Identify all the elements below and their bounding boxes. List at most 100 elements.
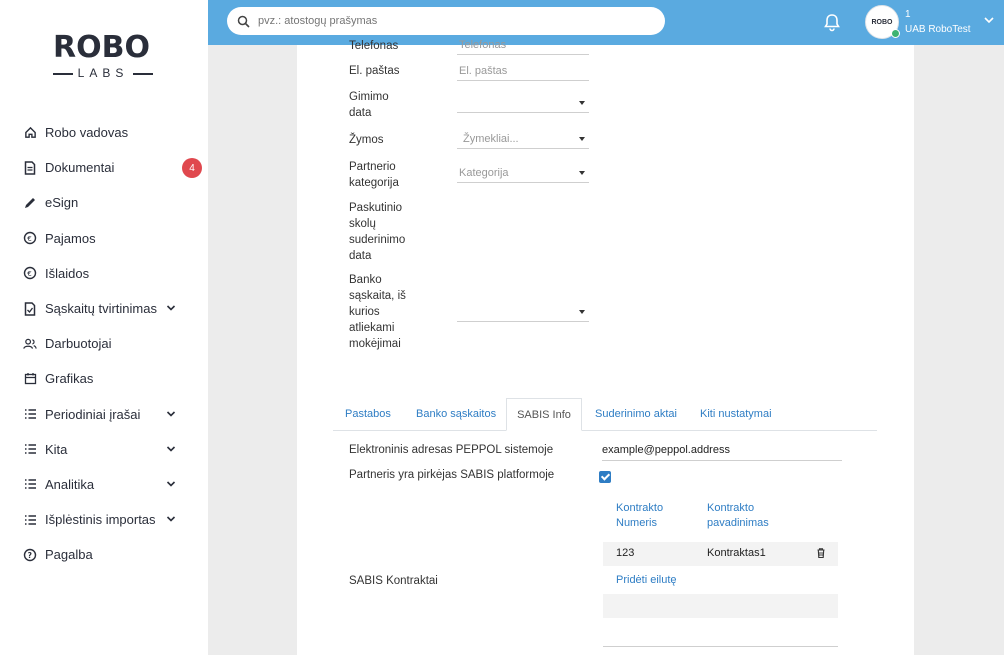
label-line: data <box>349 250 372 262</box>
company-name: UAB RoboTest <box>905 24 971 35</box>
table-row[interactable]: 123 Kontraktas1 <box>603 542 838 566</box>
email-label: El. paštas <box>349 65 400 77</box>
sidebar-item-label: Grafikas <box>45 371 94 387</box>
chevron-down-icon <box>166 305 176 311</box>
bank-account-label: Banko sąskaita, iš kurios atliekami mokė… <box>349 272 406 352</box>
sidebar-item-darbuotojai[interactable]: Darbuotojai <box>0 326 208 361</box>
tab-suderinimo-aktai[interactable]: Suderinimo aktai <box>595 398 677 431</box>
contract-number-cell[interactable]: 123 <box>616 547 634 559</box>
tags-select[interactable]: Žymekliai... <box>457 129 589 149</box>
sabis-buyer-checkbox[interactable] <box>599 471 611 483</box>
peppol-address-label: Elektroninis adresas PEPPOL sistemoje <box>349 444 554 456</box>
chevron-down-icon[interactable] <box>983 14 995 26</box>
list-icon <box>23 513 37 527</box>
label-line: Gimimo <box>349 91 389 103</box>
contract-name-header[interactable]: Kontrakto pavadinimas <box>707 501 769 531</box>
partner-form-card: Telefonas Telefonas El. paštas El. pašta… <box>297 39 914 655</box>
sidebar-nav: Robo vadovas Dokumentai 4 eSign € Pajamo… <box>0 115 208 572</box>
email-field[interactable]: El. paštas <box>457 61 589 81</box>
svg-text:€: € <box>27 270 31 278</box>
sidebar-item-pagalba[interactable]: ? Pagalba <box>0 537 208 572</box>
empty-row <box>603 594 838 618</box>
sidebar-item-label: Sąskaitų tvirtinimas <box>45 301 157 317</box>
list-icon <box>23 407 37 421</box>
user-number: 1 <box>905 9 911 20</box>
logo-robo-text: ROBO <box>53 30 150 65</box>
top-bar: ROBO 1 UAB RoboTest <box>208 0 1004 45</box>
help-icon: ? <box>23 548 37 562</box>
search-box[interactable] <box>227 7 665 35</box>
file-check-icon <box>23 301 37 316</box>
sidebar-item-robo-vadovas[interactable]: Robo vadovas <box>0 115 208 150</box>
logo-labs-text: LABS <box>50 66 156 80</box>
robolabs-logo[interactable]: ROBO LABS <box>50 30 160 85</box>
bell-icon[interactable] <box>822 12 842 32</box>
tab-kiti-nustatymai[interactable]: Kiti nustatymai <box>700 398 772 431</box>
phone-label: Telefonas <box>349 40 399 52</box>
sidebar-item-esign[interactable]: eSign <box>0 185 208 220</box>
pen-icon <box>23 196 37 210</box>
tags-label: Žymos <box>349 134 384 146</box>
category-placeholder: Kategorija <box>459 167 509 179</box>
label-line: Partnerio <box>349 161 396 173</box>
tab-pastabos[interactable]: Pastabos <box>345 398 391 431</box>
sidebar-item-label: Dokumentai <box>45 160 115 176</box>
tags-placeholder: Žymekliai... <box>463 133 519 145</box>
svg-text:€: € <box>27 235 31 243</box>
sidebar-item-pajamos[interactable]: € Pajamos <box>0 221 208 256</box>
header-line: Kontrakto <box>707 502 755 514</box>
add-row-link[interactable]: Pridėti eilutę <box>616 574 677 586</box>
contract-name-cell[interactable]: Kontraktas1 <box>707 547 766 559</box>
partner-category-select[interactable]: Kategorija <box>457 163 589 183</box>
chevron-down-icon <box>166 410 176 417</box>
dropdown-caret-icon <box>579 171 585 175</box>
tab-sabis-info[interactable]: SABIS Info <box>506 398 582 431</box>
label-line: data <box>349 107 372 119</box>
sidebar-item-islaidos[interactable]: € Išlaidos <box>0 256 208 291</box>
sidebar-item-dokumentai[interactable]: Dokumentai 4 <box>0 150 208 185</box>
euro-in-icon: € <box>23 231 37 245</box>
sidebar-item-label: Kita <box>45 441 68 457</box>
dropdown-caret-icon <box>579 137 585 141</box>
dropdown-caret-icon <box>579 310 585 314</box>
bank-account-select[interactable] <box>457 302 589 322</box>
home-icon <box>23 126 37 140</box>
header-line: Kontrakto <box>616 502 664 514</box>
document-icon <box>23 161 37 175</box>
sidebar-item-periodiniai-irasai[interactable]: Periodiniai įrašai <box>0 397 208 432</box>
sidebar-item-saskaitu-tvirtinimas[interactable]: Sąskaitų tvirtinimas <box>0 291 208 326</box>
sabis-buyer-label: Partneris yra pirkėjas SABIS platformoje <box>349 469 555 481</box>
sidebar-item-label: Išlaidos <box>45 265 90 281</box>
list-icon <box>23 442 37 456</box>
search-input[interactable] <box>258 15 638 27</box>
trash-icon[interactable] <box>815 547 827 559</box>
svg-text:?: ? <box>28 551 32 560</box>
euro-out-icon: € <box>23 266 37 280</box>
tab-bar: Pastabos Banko sąskaitos SABIS Info Sude… <box>333 398 877 431</box>
chevron-down-icon <box>166 516 176 522</box>
chevron-down-icon <box>166 446 176 452</box>
documents-count-badge: 4 <box>182 158 202 179</box>
sidebar-item-isplestinis-importas[interactable]: Išplėstinis importas <box>0 502 208 537</box>
sidebar-item-label: Pagalba <box>45 547 93 563</box>
header-line: pavadinimas <box>707 517 769 529</box>
online-status-dot <box>891 29 900 38</box>
birth-date-select[interactable] <box>457 93 589 113</box>
tab-banko-saskaitos[interactable]: Banko sąskaitos <box>416 398 496 431</box>
phone-field[interactable]: Telefonas <box>457 35 589 55</box>
peppol-address-field[interactable]: example@peppol.address <box>602 440 842 461</box>
label-line: sąskaita, iš <box>349 290 406 302</box>
chevron-down-icon <box>166 481 176 487</box>
label-line: Banko <box>349 274 382 286</box>
sidebar-item-label: eSign <box>45 195 79 211</box>
sidebar-item-grafikas[interactable]: Grafikas <box>0 361 208 396</box>
contract-number-header[interactable]: Kontrakto Numeris <box>616 501 663 531</box>
header-line: Numeris <box>616 517 657 529</box>
list-icon <box>23 477 37 491</box>
divider <box>603 646 838 647</box>
label-line: suderinimo <box>349 234 406 246</box>
sidebar-item-kita[interactable]: Kita <box>0 432 208 467</box>
label-line: mokėjimai <box>349 338 401 350</box>
birth-date-label: Gimimo data <box>349 89 389 121</box>
sidebar-item-analitika[interactable]: Analitika <box>0 467 208 502</box>
